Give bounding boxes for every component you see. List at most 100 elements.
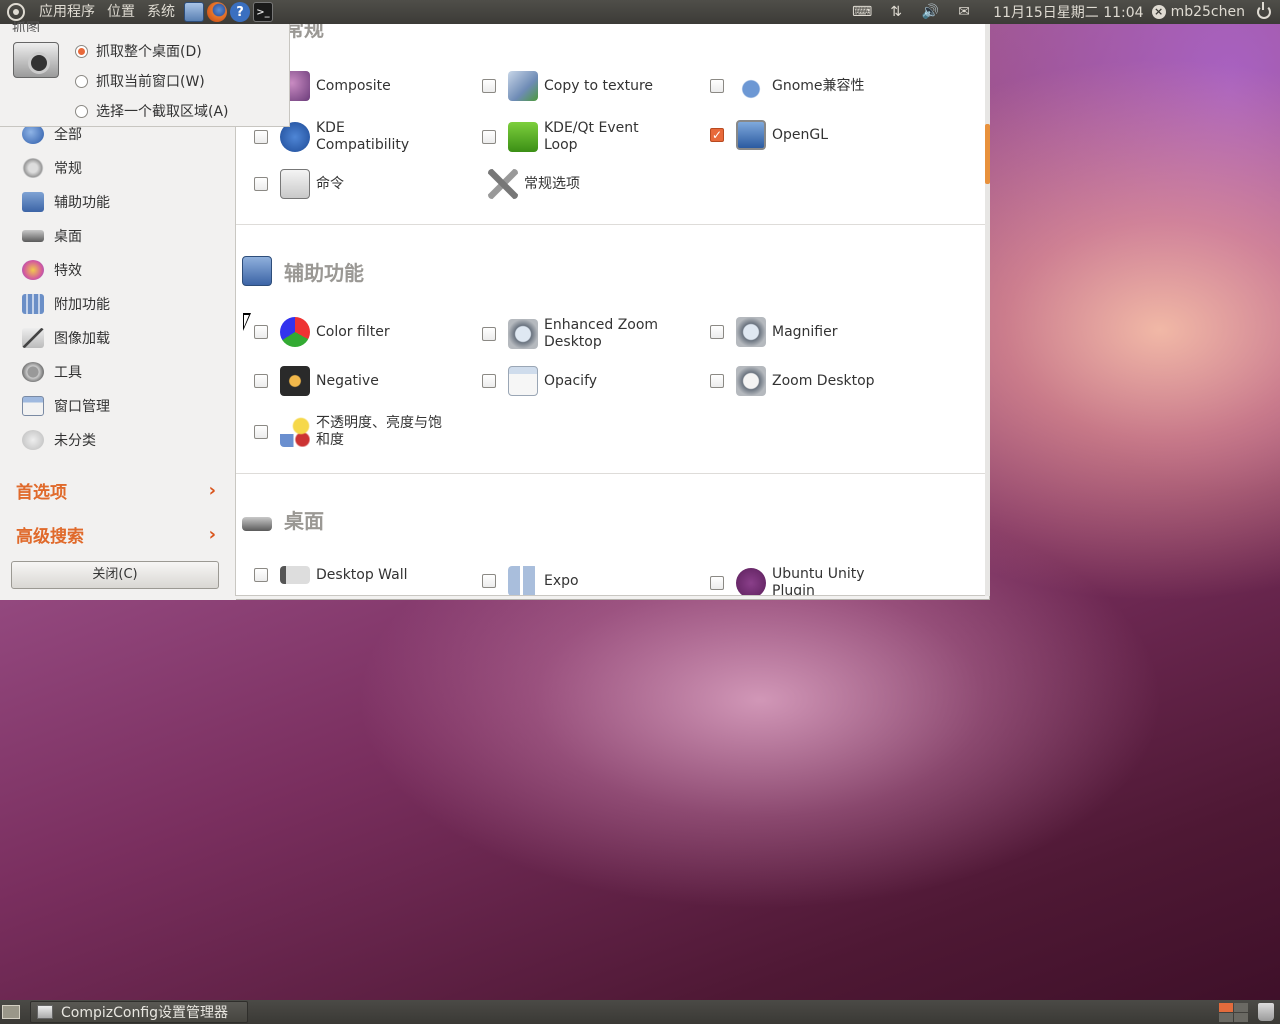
plugin-opacify[interactable]: Opacify (482, 366, 702, 396)
plugin-checkbox[interactable] (254, 425, 268, 439)
plugin-checkbox[interactable] (482, 79, 496, 93)
taskbar-button-ccsm[interactable]: CompizConfig设置管理器 (30, 1001, 248, 1023)
menu-system[interactable]: 系统 (141, 0, 181, 24)
desktop-wall-icon (280, 566, 310, 584)
close-button[interactable]: 关闭(C) (11, 561, 219, 589)
category-label: 未分类 (54, 433, 96, 449)
radio-button[interactable] (75, 74, 88, 88)
plugin-checkbox[interactable] (482, 574, 496, 588)
desktop-cube-icon (22, 230, 44, 242)
plugin-kde-qt-event-loop[interactable]: KDE/Qt Event Loop (482, 120, 702, 154)
plugin-expo[interactable]: Expo (482, 566, 702, 595)
plugin-checkbox[interactable] (482, 130, 496, 144)
plugin-checkbox[interactable] (710, 374, 724, 388)
show-desktop-icon[interactable] (2, 1005, 20, 1019)
mouse-cursor-icon (243, 313, 251, 331)
workspace-2[interactable] (1234, 1002, 1248, 1012)
plugin-enhanced-zoom[interactable]: Enhanced Zoom Desktop (482, 317, 702, 351)
clock[interactable]: 11月15日星期二 11:04 (981, 2, 1151, 22)
plugin-label: KDE Compatibility (316, 120, 410, 153)
plugin-checkbox[interactable] (254, 130, 268, 144)
firefox-icon[interactable] (207, 2, 227, 22)
plugin-ubuntu-unity[interactable]: Ubuntu Unity Plugin (710, 566, 930, 595)
plugin-label: Composite (316, 77, 391, 94)
category-image-loading[interactable]: 图像加载 (16, 321, 226, 355)
plugin-checkbox[interactable] (710, 79, 724, 93)
image-loading-icon (22, 328, 44, 348)
plugin-checkbox[interactable] (254, 177, 268, 191)
option-select-area[interactable]: 选择一个截取区域(A) (75, 101, 229, 121)
plugin-checkbox[interactable] (254, 374, 268, 388)
section-header-desktop: 桌面 (242, 505, 324, 534)
plugin-opacity-brightness-saturation[interactable]: 不透明度、亮度与饱和度 (254, 415, 474, 449)
desktop-icon[interactable] (184, 2, 204, 22)
plugin-label: Desktop Wall (316, 566, 408, 583)
advanced-search-label: 高级搜索 (16, 527, 84, 547)
plugin-checkbox[interactable] (710, 576, 724, 590)
menu-applications[interactable]: 应用程序 (33, 0, 101, 24)
plugin-checkbox[interactable] (482, 327, 496, 341)
extras-icon (22, 294, 44, 314)
accessibility-icon (242, 256, 272, 286)
plugin-label: Opacify (544, 372, 598, 389)
plugin-commands[interactable]: 命令 (254, 169, 474, 199)
user-name[interactable]: mb25chen (1171, 4, 1257, 20)
plugin-gnome-compat[interactable]: Gnome兼容性 (710, 71, 930, 101)
plugin-general-options[interactable]: 常规选项 (482, 169, 702, 199)
plugin-checkbox[interactable] (254, 568, 268, 582)
trash-icon[interactable] (1258, 1003, 1274, 1021)
unity-icon (736, 568, 766, 595)
category-accessibility[interactable]: 辅助功能 (16, 185, 226, 219)
workspace-4[interactable] (1234, 1012, 1248, 1022)
chevron-right-icon: › (208, 480, 216, 501)
wrench-screwdriver-icon (488, 169, 518, 199)
plugin-magnifier[interactable]: Magnifier (710, 317, 930, 347)
scrollbar-thumb[interactable] (985, 124, 990, 184)
plugin-color-filter[interactable]: Color filter (254, 317, 474, 347)
plugin-checkbox[interactable] (254, 325, 268, 339)
volume-icon[interactable]: 🔊 (919, 4, 941, 20)
plugin-zoom-desktop[interactable]: Zoom Desktop (710, 366, 930, 396)
brightness-saturation-icon (280, 417, 310, 447)
opengl-monitor-icon (736, 120, 766, 150)
category-uncategorized[interactable]: 未分类 (16, 423, 226, 457)
terminal-icon[interactable]: >_ (253, 2, 273, 22)
workspace-3[interactable] (1219, 1012, 1233, 1022)
plugin-label: OpenGL (772, 126, 829, 143)
keyboard-icon[interactable]: ⌨ (851, 4, 873, 20)
menu-places[interactable]: 位置 (101, 0, 141, 24)
mail-icon[interactable]: ✉ (953, 4, 975, 20)
option-grab-desktop[interactable]: 抓取整个桌面(D) (75, 41, 202, 61)
preferences-link[interactable]: 首选项 › (16, 478, 216, 503)
category-desktop[interactable]: 桌面 (16, 219, 226, 253)
category-window-management[interactable]: 窗口管理 (16, 389, 226, 423)
plugin-negative[interactable]: Negative (254, 366, 474, 396)
power-icon[interactable] (1257, 2, 1271, 19)
radio-button[interactable] (75, 104, 88, 118)
radio-button-checked[interactable] (75, 44, 88, 58)
option-label: 抓取当前窗口(W) (96, 74, 205, 90)
bottom-panel: CompizConfig设置管理器 (0, 1000, 1280, 1024)
workspace-switcher[interactable] (1219, 1002, 1248, 1022)
workspace-1[interactable] (1219, 1002, 1233, 1012)
advanced-search-link[interactable]: 高级搜索 › (16, 522, 216, 547)
globe-icon (22, 124, 44, 144)
ccsm-app-icon (37, 1005, 53, 1019)
category-utility[interactable]: 工具 (16, 355, 226, 389)
category-general[interactable]: 常规 (16, 151, 226, 185)
plugin-checkbox[interactable] (710, 325, 724, 339)
category-extras[interactable]: 附加功能 (16, 287, 226, 321)
magnifier-icon (736, 317, 766, 347)
help-icon[interactable]: ? (230, 2, 250, 22)
plugin-label: Gnome兼容性 (772, 77, 865, 94)
category-effects[interactable]: 特效 (16, 253, 226, 287)
scrollbar[interactable] (985, 24, 990, 596)
plugin-opengl[interactable]: ✓ OpenGL (710, 120, 930, 150)
plugin-copy-to-texture[interactable]: Copy to texture (482, 71, 702, 101)
option-grab-window[interactable]: 抓取当前窗口(W) (75, 71, 205, 91)
network-icon[interactable]: ⇅ (885, 4, 907, 20)
plugin-desktop-wall[interactable]: Desktop Wall (254, 566, 474, 584)
desktop-cube-icon (242, 516, 272, 531)
plugin-checkbox[interactable] (482, 374, 496, 388)
plugin-checkbox-checked[interactable]: ✓ (710, 128, 724, 142)
